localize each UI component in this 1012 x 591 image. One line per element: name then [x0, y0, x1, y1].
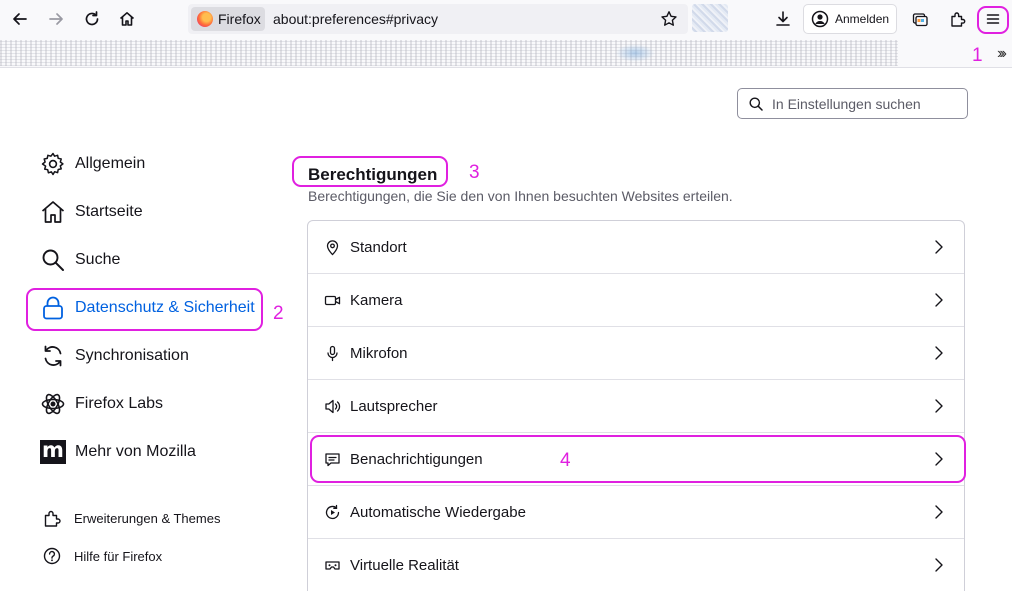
search-input[interactable] [772, 95, 962, 112]
reload-button[interactable] [78, 5, 106, 33]
firefox-logo-icon [197, 11, 213, 27]
gear-icon [41, 152, 64, 176]
sidebar-item-label: Firefox Labs [75, 395, 164, 412]
url-bar[interactable]: Firefox about:preferences#privacy [188, 4, 688, 34]
section-description: Berechtigungen, die Sie den von Ihnen be… [308, 188, 733, 204]
location-icon [326, 239, 339, 255]
downloads-button[interactable] [769, 5, 797, 33]
sidebar-item-sync[interactable]: Synchronisation [40, 339, 189, 373]
camera-icon [324, 295, 341, 305]
permissions-list: Standort Kamera Mikrofon Lautsprecher Be… [307, 220, 965, 591]
forward-icon [49, 13, 63, 25]
notification-icon [325, 452, 340, 466]
search-icon [749, 97, 763, 111]
chevron-right-icon [935, 346, 943, 360]
sidebar-item-label: Mehr von Mozilla [75, 443, 196, 460]
sidebar-item-label: Startseite [75, 203, 143, 220]
sidebar-item-home[interactable]: Startseite [40, 195, 143, 229]
identity-box[interactable]: Firefox [191, 7, 265, 31]
tab-icon [912, 13, 928, 27]
home-icon [41, 201, 65, 223]
permission-label: Kamera [350, 291, 403, 309]
blurred-bookmark-favicon [615, 44, 655, 62]
chevron-right-icon [935, 293, 943, 307]
star-icon[interactable] [660, 10, 678, 28]
help-icon [43, 547, 61, 565]
permission-row-vr[interactable]: Virtuelle Realität [308, 539, 964, 591]
permission-label: Lautsprecher [350, 397, 438, 415]
sync-icon [44, 345, 62, 367]
permission-label: Automatische Wiedergabe [350, 503, 526, 521]
settings-search[interactable] [737, 88, 968, 119]
labs-icon [41, 393, 65, 415]
sidebar-footer-extensions[interactable]: Erweiterungen & Themes [42, 501, 220, 535]
account-icon [811, 10, 829, 28]
signin-button[interactable]: Anmelden [803, 4, 897, 34]
sidebar-item-mozilla[interactable]: m Mehr von Mozilla [40, 435, 196, 469]
forward-button[interactable] [42, 5, 70, 33]
sidebar-footer-help[interactable]: Hilfe für Firefox [42, 539, 162, 573]
sidebar-item-label: Datenschutz & Sicherheit [75, 299, 255, 316]
annotation-number-3: 3 [469, 162, 480, 183]
blurred-region [692, 4, 728, 32]
microphone-icon [327, 345, 338, 361]
puzzle-icon [44, 510, 61, 527]
chevron-right-icon [935, 399, 943, 413]
browser-toolbar: Firefox about:preferences#privacy Anmeld… [0, 0, 1012, 38]
lock-icon [43, 296, 63, 320]
bookmarks-toolbar: ››› [0, 38, 1012, 68]
vr-icon [325, 560, 340, 570]
download-icon [776, 11, 790, 26]
annotation-number-2: 2 [273, 303, 284, 324]
tab-manager-button[interactable] [906, 5, 934, 33]
annotation-number-4: 4 [560, 450, 571, 471]
permission-label: Mikrofon [350, 344, 408, 362]
extensions-icon [951, 12, 966, 27]
permission-row-location[interactable]: Standort [308, 221, 964, 274]
sidebar-item-label: Allgemein [75, 155, 146, 172]
annotation-number-1: 1 [972, 45, 983, 66]
back-icon [13, 13, 27, 25]
app-menu-button[interactable] [979, 5, 1007, 33]
url-text[interactable]: about:preferences#privacy [273, 11, 438, 27]
chevron-right-icon [935, 558, 943, 572]
home-button[interactable] [113, 5, 141, 33]
sidebar-footer-label: Hilfe für Firefox [74, 548, 163, 564]
chevron-right-icon [935, 452, 943, 466]
mozilla-icon: m [40, 440, 66, 464]
permission-row-microphone[interactable]: Mikrofon [308, 327, 964, 380]
sidebar-item-search[interactable]: Suche [40, 243, 120, 277]
permission-label: Virtuelle Realität [350, 556, 459, 574]
permission-row-notifications[interactable]: Benachrichtigungen [308, 433, 964, 486]
chevron-right-icon [935, 240, 943, 254]
permission-row-autoplay[interactable]: Automatische Wiedergabe [308, 486, 964, 539]
reload-icon [85, 11, 99, 26]
autoplay-icon [325, 504, 340, 519]
identity-label: Firefox [218, 11, 261, 27]
permission-label: Benachrichtigungen [350, 450, 483, 468]
signin-label: Anmelden [835, 12, 890, 26]
extensions-button[interactable] [944, 5, 972, 33]
sidebar-item-label: Suche [75, 251, 121, 268]
sidebar-item-label: Synchronisation [75, 347, 189, 364]
home-icon [119, 12, 135, 26]
sidebar-item-privacy[interactable]: Datenschutz & Sicherheit [40, 291, 255, 325]
speaker-icon [325, 399, 341, 413]
blurred-bookmarks [0, 40, 898, 66]
permission-row-camera[interactable]: Kamera [308, 274, 964, 327]
menu-icon [986, 14, 1000, 24]
chevron-double-right-icon[interactable]: ››› [997, 45, 1007, 63]
back-button[interactable] [6, 5, 34, 33]
permission-row-speaker[interactable]: Lautsprecher [308, 380, 964, 433]
chevron-right-icon [935, 505, 943, 519]
search-icon [42, 249, 64, 271]
sidebar-item-labs[interactable]: Firefox Labs [40, 387, 163, 421]
sidebar-item-general[interactable]: Allgemein [40, 147, 145, 181]
sidebar-footer-label: Erweiterungen & Themes [74, 510, 221, 526]
section-title: Berechtigungen [308, 165, 438, 184]
permission-label: Standort [350, 238, 407, 256]
